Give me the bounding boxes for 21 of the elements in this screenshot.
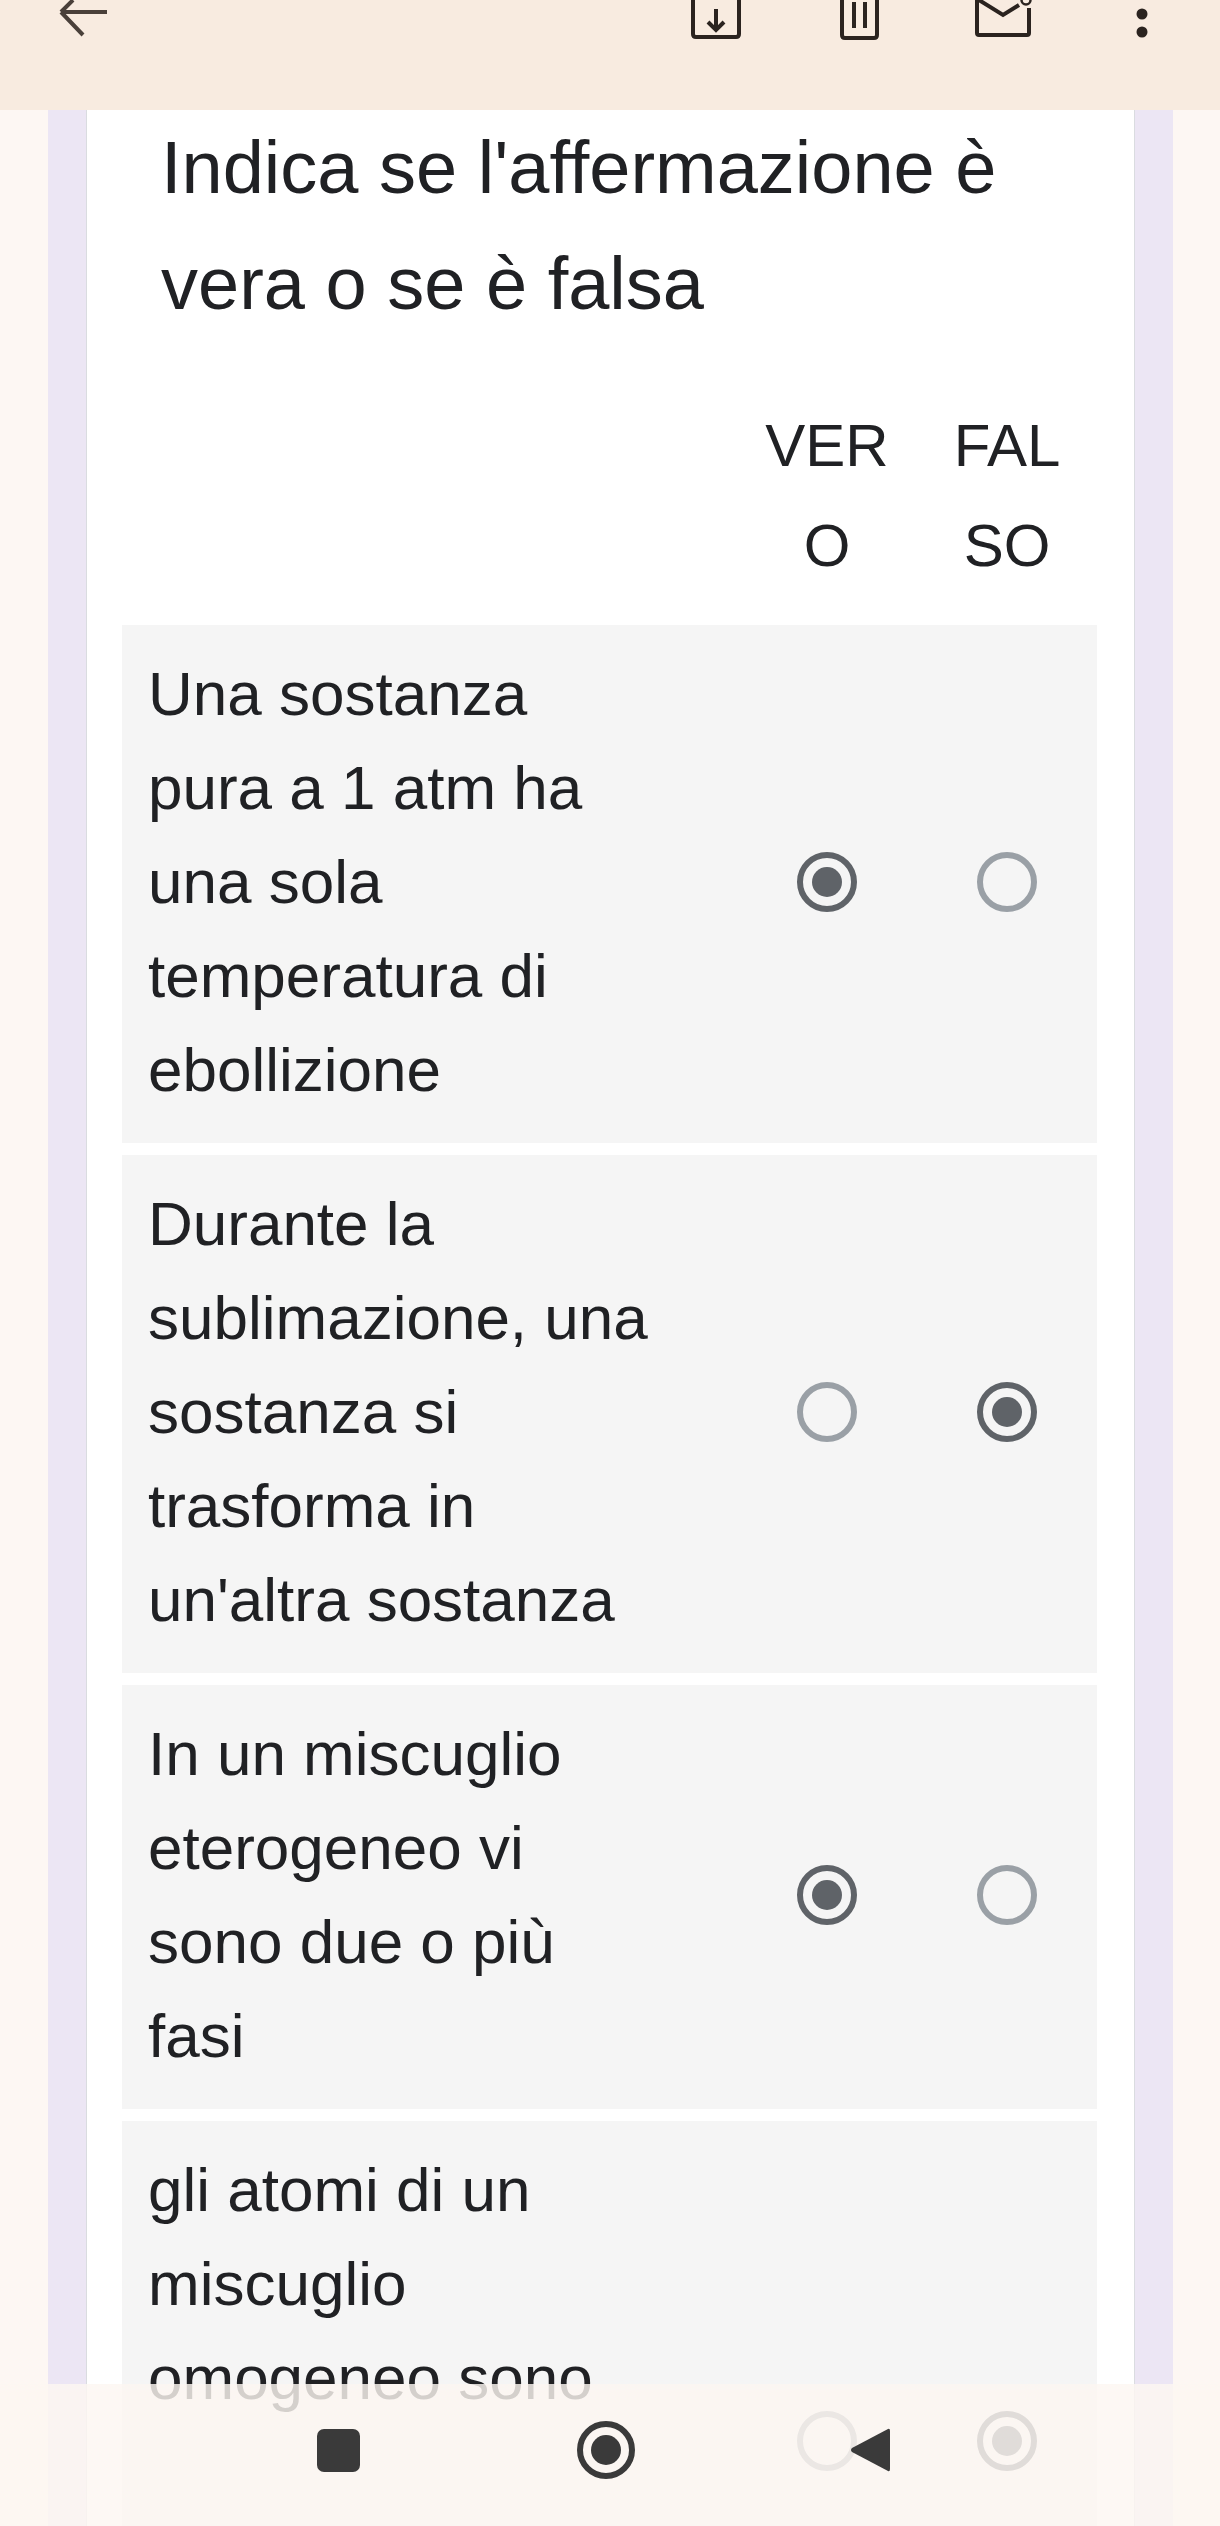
tray-arrow-icon[interactable]	[690, 0, 742, 39]
back-arrow-icon[interactable]	[58, 0, 108, 37]
envelope-icon[interactable]	[974, 0, 1033, 37]
trash-icon[interactable]	[839, 0, 880, 40]
question-title: Indica se l'affermazione è vera o se è falsa	[161, 125, 998, 327]
column-header: FALSO	[952, 411, 1062, 581]
radio-button[interactable]	[977, 852, 1037, 912]
column-header: VERO	[764, 411, 890, 581]
row-label: In un miscuglio eterogeneo vi sono due o più fasi	[148, 1719, 562, 2070]
ring-icon[interactable]	[577, 2421, 635, 2479]
radio-button[interactable]	[977, 1382, 1037, 1442]
radio-button[interactable]	[797, 852, 857, 912]
square-icon[interactable]	[317, 2428, 360, 2472]
row-label: gli atomi di un miscuglio omogeneo sono	[148, 2155, 593, 2412]
row-label: Una sostanza pura a 1 atm ha una sola temperatura di ebollizione	[148, 659, 583, 1104]
more-icon[interactable]	[1136, 8, 1148, 38]
row-label: Durante la sublimazione, una sostanza si trasforma in un'altra sostanza	[148, 1189, 648, 1634]
radio-button[interactable]	[977, 1865, 1037, 1925]
radio-button[interactable]	[797, 1382, 857, 1442]
radio-button[interactable]	[797, 1865, 857, 1925]
triangle-icon[interactable]	[850, 2426, 890, 2474]
